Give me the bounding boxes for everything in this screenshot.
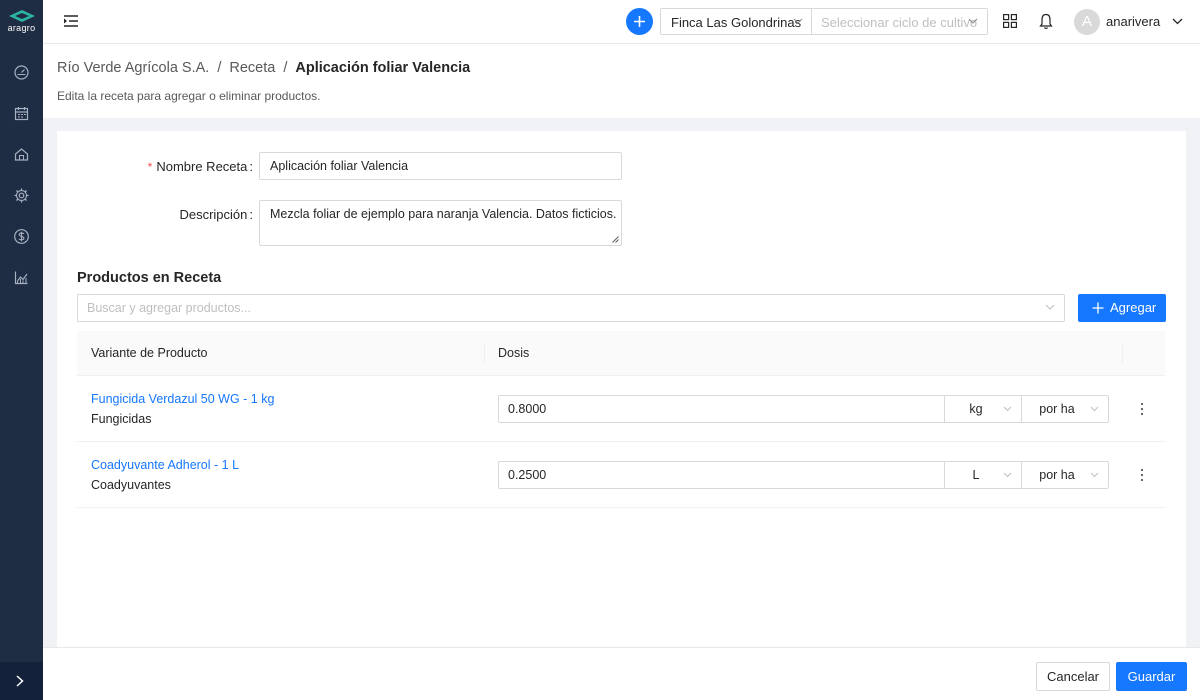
add-product-label: Agregar xyxy=(1110,300,1157,315)
breadcrumb-recipes[interactable]: Receta xyxy=(229,60,275,76)
product-search-input[interactable]: Buscar y agregar productos... xyxy=(77,294,1065,322)
menu-fold-icon[interactable] xyxy=(63,13,79,29)
page-title: Aplicación foliar Valencia xyxy=(295,60,471,76)
rate-basis-value: por ha xyxy=(1039,468,1075,482)
breadcrumb-separator: / xyxy=(283,60,288,76)
column-divider xyxy=(484,343,485,364)
product-link[interactable]: Coadyuvante Adherol - 1 L xyxy=(91,458,239,472)
rate-basis-value: por ha xyxy=(1039,402,1075,416)
dollar-icon[interactable] xyxy=(13,228,30,245)
chevron-down-icon xyxy=(1045,304,1055,310)
page-header: Río Verde Agrícola S.A. / Receta / Aplicació… xyxy=(43,44,1200,118)
recipe-name-label: * Nombre Receta: xyxy=(147,159,253,174)
chevron-down-icon xyxy=(968,18,978,24)
breadcrumb-separator: / xyxy=(217,60,222,76)
unit-select[interactable]: kg xyxy=(944,395,1022,423)
top-header: Finca Las Golondrinas Seleccionar ciclo … xyxy=(43,0,1200,44)
table-row: Coadyuvante Adherol - 1 L Coadyuvantes 0… xyxy=(77,442,1165,508)
dose-value: 0.2500 xyxy=(508,468,547,482)
apps-grid-icon[interactable] xyxy=(1003,14,1017,28)
table-row: Fungicida Verdazul 50 WG - 1 kg Fungicid… xyxy=(77,376,1165,442)
form-footer: Cancelar Guardar xyxy=(43,647,1200,700)
crop-cycle-select[interactable]: Seleccionar ciclo de cultivo xyxy=(811,8,988,35)
unit-value: L xyxy=(972,468,980,482)
cancel-button[interactable]: Cancelar xyxy=(1036,662,1110,691)
more-options-icon[interactable] xyxy=(1137,401,1147,417)
resize-handle-icon[interactable] xyxy=(612,236,619,243)
column-header-product: Variante de Producto xyxy=(91,346,208,360)
breadcrumb: Río Verde Agrícola S.A. / Receta / Aplicació… xyxy=(57,60,470,76)
crop-cycle-placeholder: Seleccionar ciclo de cultivo xyxy=(821,15,978,30)
column-divider xyxy=(1122,343,1123,364)
add-product-button[interactable]: Agregar xyxy=(1078,294,1166,322)
recipe-name-value: Aplicación foliar Valencia xyxy=(270,159,409,173)
chevron-right-icon xyxy=(16,675,24,687)
products-table-header: Variante de Producto Dosis xyxy=(77,331,1165,376)
chevron-down-icon xyxy=(1172,18,1183,25)
chevron-down-icon xyxy=(1003,472,1012,478)
user-name: anarivera xyxy=(1106,14,1161,29)
product-category: Fungicidas xyxy=(91,412,152,426)
chart-icon[interactable] xyxy=(13,269,30,286)
sidebar-expand-button[interactable] xyxy=(0,662,43,700)
chevron-down-icon xyxy=(793,18,803,24)
rate-basis-select[interactable]: por ha xyxy=(1021,461,1109,489)
quick-add-button[interactable] xyxy=(626,8,653,35)
chevron-down-icon xyxy=(1090,472,1099,478)
product-category: Coadyuvantes xyxy=(91,478,171,492)
product-search-placeholder: Buscar y agregar productos... xyxy=(87,301,251,315)
settings-icon[interactable] xyxy=(13,187,30,204)
app-logo[interactable]: aragro xyxy=(0,10,43,40)
dashboard-icon[interactable] xyxy=(13,64,30,81)
avatar: A xyxy=(1074,9,1100,35)
chevron-down-icon xyxy=(1090,406,1099,412)
breadcrumb-company[interactable]: Río Verde Agrícola S.A. xyxy=(57,60,209,76)
column-header-dose: Dosis xyxy=(498,346,530,360)
save-button[interactable]: Guardar xyxy=(1116,662,1187,691)
dose-value: 0.8000 xyxy=(508,402,547,416)
logo-text: aragro xyxy=(7,23,36,33)
unit-value: kg xyxy=(969,402,983,416)
calendar-icon[interactable] xyxy=(13,105,30,122)
more-options-icon[interactable] xyxy=(1137,467,1147,483)
product-link[interactable]: Fungicida Verdazul 50 WG - 1 kg xyxy=(91,392,274,406)
description-value: Mezcla foliar de ejemplo para naranja Va… xyxy=(270,207,617,221)
logo-mark-icon xyxy=(8,10,35,22)
recipe-name-input[interactable]: Aplicación foliar Valencia xyxy=(259,152,622,180)
farm-select-value: Finca Las Golondrinas xyxy=(671,15,802,30)
description-label: Descripción: xyxy=(179,207,253,222)
page-subtitle: Edita la receta para agregar o eliminar … xyxy=(57,89,321,103)
description-textarea[interactable]: Mezcla foliar de ejemplo para naranja Va… xyxy=(259,200,622,246)
rate-basis-select[interactable]: por ha xyxy=(1021,395,1109,423)
home-icon[interactable] xyxy=(13,146,30,163)
chevron-down-icon xyxy=(1003,406,1012,412)
unit-select[interactable]: L xyxy=(944,461,1022,489)
plus-icon xyxy=(634,16,645,27)
sidebar: aragro xyxy=(0,0,43,700)
plus-icon xyxy=(1092,302,1104,314)
bell-icon[interactable] xyxy=(1039,13,1053,30)
dose-input[interactable]: 0.8000 xyxy=(498,395,945,423)
recipe-form-card: * Nombre Receta: Aplicación foliar Valenc… xyxy=(57,131,1186,647)
products-section-title: Productos en Receta xyxy=(77,270,222,286)
required-mark: * xyxy=(147,160,153,174)
farm-select[interactable]: Finca Las Golondrinas xyxy=(660,8,812,35)
dose-input[interactable]: 0.2500 xyxy=(498,461,945,489)
